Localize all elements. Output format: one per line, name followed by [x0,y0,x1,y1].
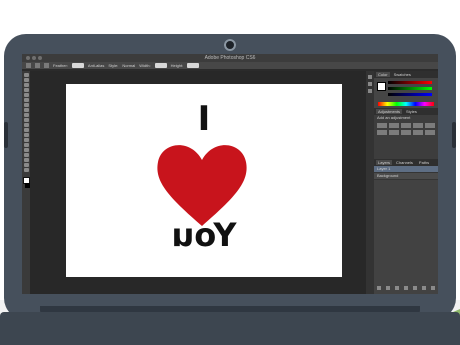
hue-saturation-icon[interactable] [377,130,387,135]
eraser-tool-icon[interactable] [23,123,29,127]
history-brush-tool-icon[interactable] [23,118,29,122]
tab-layers[interactable]: Layers [376,160,393,165]
healing-brush-tool-icon[interactable] [23,103,29,107]
color-balance-icon[interactable] [389,130,399,135]
feather-label: Feather: [53,63,68,68]
tab-color[interactable]: Color [376,72,390,77]
photo-filter-icon[interactable] [413,130,423,135]
tools-panel [22,71,30,294]
heart-path [157,145,247,226]
new-fill-layer-icon[interactable] [403,286,408,290]
options-bar: Feather: Anti-alias Style: Normal Width:… [22,62,438,70]
layer-row[interactable]: Layer 1 [374,166,438,173]
exposure-icon[interactable] [413,123,423,128]
curves-icon[interactable] [401,123,411,128]
marquee-tool-icon[interactable] [23,78,29,82]
color-panel [374,78,438,108]
marquee-tool-preset-icon[interactable] [26,63,31,68]
style-select[interactable]: Normal [122,63,135,68]
layers-panel: Layers Channels Paths Layer 1 Background [374,159,438,294]
link-layers-icon[interactable] [376,286,381,290]
adjustments-panel-tabs: Adjustments Styles [374,108,438,115]
crop-tool-icon[interactable] [23,93,29,97]
brush-tool-icon[interactable] [23,108,29,112]
add-to-selection-icon[interactable] [44,63,49,68]
eyedropper-tool-icon[interactable] [23,98,29,102]
document-workspace: I You [30,71,372,294]
tab-paths[interactable]: Paths [417,160,431,165]
new-group-icon[interactable] [413,286,418,290]
adjustments-grid [374,121,438,137]
black-white-icon[interactable] [401,130,411,135]
tab-channels[interactable]: Channels [394,160,415,165]
minimize-window-button[interactable] [32,56,36,60]
height-label: Height: [170,63,184,68]
type-tool-icon[interactable] [23,148,29,152]
brightness-contrast-icon[interactable] [377,123,387,128]
lasso-tool-icon[interactable] [23,83,29,87]
color-ramp[interactable] [378,102,434,106]
layers-footer [374,286,438,292]
tab-styles[interactable]: Styles [404,109,419,114]
laptop-screen: Adobe Photoshop CS6 Feather: Anti-alias … [22,54,438,294]
width-label: Width: [139,63,151,68]
dodge-tool-icon[interactable] [23,138,29,142]
levels-icon[interactable] [389,123,399,128]
channel-mixer-icon[interactable] [425,130,435,135]
right-panels: Color Swatches Adjustments Styles Add an… [374,71,438,294]
left-edge-button [4,122,8,148]
layer-style-icon[interactable] [385,286,390,290]
new-layer-icon[interactable] [422,286,427,290]
zoom-tool-icon[interactable] [23,168,29,172]
move-tool-icon[interactable] [23,73,29,77]
right-edge-button [452,122,456,148]
canvas-text-i: I [197,99,211,139]
color-panel-tabs: Color Swatches [374,71,438,78]
clone-stamp-tool-icon[interactable] [23,113,29,117]
path-selection-tool-icon[interactable] [23,153,29,157]
hand-tool-icon[interactable] [23,163,29,167]
style-label: Style: [108,63,119,68]
height-input[interactable] [187,63,200,68]
layer-row[interactable]: Background [374,173,438,180]
document-canvas[interactable]: I You [66,84,342,277]
antialias-checkbox[interactable]: Anti-alias [88,63,104,68]
new-selection-icon[interactable] [35,63,40,68]
canvas-text-you: You [171,216,237,254]
tab-swatches[interactable]: Swatches [392,72,413,77]
layers-panel-tabs: Layers Channels Paths [374,159,438,166]
red-slider[interactable] [388,81,432,84]
window-title: Adobe Photoshop CS6 [204,55,256,61]
trash-icon[interactable] [431,286,436,290]
window-controls [26,56,42,60]
gradient-tool-icon[interactable] [23,128,29,132]
vibrance-icon[interactable] [425,123,435,128]
feather-input[interactable] [71,63,84,68]
properties-panel-icon[interactable] [368,82,372,86]
width-input[interactable] [154,63,167,68]
blur-tool-icon[interactable] [23,133,29,137]
history-panel-icon[interactable] [368,75,372,79]
tab-adjustments[interactable]: Adjustments [376,109,403,114]
blue-slider[interactable] [388,93,432,96]
zoom-window-button[interactable] [38,56,42,60]
close-window-button[interactable] [26,56,30,60]
current-color-swatch[interactable] [377,82,386,91]
layer-mask-icon[interactable] [394,286,399,290]
green-slider[interactable] [388,87,432,90]
shape-tool-icon[interactable] [23,158,29,162]
pen-tool-icon[interactable] [23,143,29,147]
character-panel-icon[interactable] [368,89,372,93]
window-titlebar: Adobe Photoshop CS6 [22,54,438,62]
laptop-base [0,312,460,345]
panel-dock [366,71,374,294]
webcam-icon [224,39,236,51]
quick-selection-tool-icon[interactable] [23,88,29,92]
